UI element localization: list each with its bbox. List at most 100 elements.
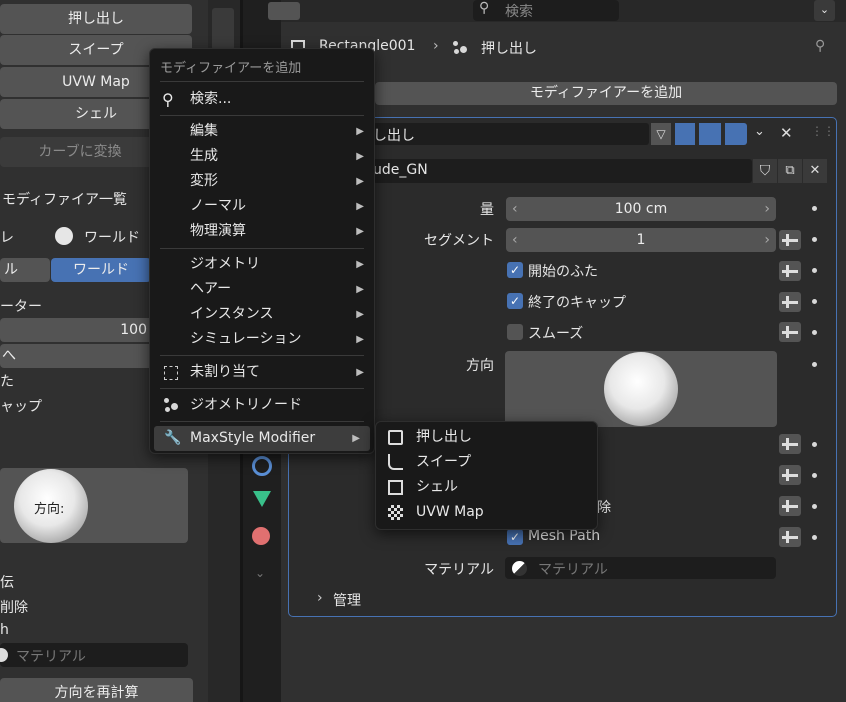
node-group-field[interactable]: ude_GN — [373, 159, 752, 183]
close-icon[interactable]: ✕ — [780, 124, 793, 142]
unlink-close-icon[interactable]: ✕ — [803, 159, 827, 183]
fake-user-shield-icon[interactable]: ⛉ — [753, 159, 777, 183]
submenu-item-shell[interactable]: シェル — [376, 475, 597, 500]
input-attribute-toggle-icon[interactable] — [779, 292, 801, 312]
checker-icon — [388, 505, 403, 520]
material-field-left[interactable]: マテリアル — [0, 643, 188, 667]
chevron-right-icon[interactable]: › — [317, 590, 323, 606]
input-attribute-toggle-icon[interactable] — [779, 261, 801, 281]
menu-item-simulation[interactable]: シミュレーション ▶ — [150, 327, 374, 352]
side-tab[interactable] — [212, 8, 234, 50]
menu-item-deform[interactable]: 変形 ▶ — [150, 169, 374, 194]
submenu-item-extrude[interactable]: 押し出し — [376, 425, 597, 450]
material-placeholder-left: マテリアル — [16, 649, 86, 665]
menu-item-physics[interactable]: 物理演算 ▶ — [150, 219, 374, 244]
extrude-button[interactable]: 押し出し — [0, 4, 192, 34]
menu-item-maxstyle[interactable]: 🔧 MaxStyle Modifier ▶ — [154, 426, 370, 451]
menu-item-label: ノーマル — [190, 198, 246, 214]
material-field[interactable]: マテリアル — [505, 557, 776, 579]
direction-sphere[interactable] — [604, 352, 678, 426]
menu-item-label: ヘアー — [190, 281, 232, 297]
row-label-e: 削除 — [0, 600, 28, 616]
options-dropdown-icon[interactable]: ⌄ — [814, 0, 835, 21]
duplicate-icon[interactable]: ⧉ — [778, 159, 802, 183]
modifier-name-field[interactable]: し出し — [373, 123, 649, 145]
input-attribute-toggle-icon[interactable] — [779, 434, 801, 454]
submenu-item-label: 押し出し — [416, 429, 472, 445]
input-attribute-toggle-icon[interactable] — [779, 465, 801, 485]
menu-item-unassigned[interactable]: 未割り当て ▶ — [150, 360, 374, 385]
end-cap-checkbox[interactable]: ✓ — [507, 293, 523, 309]
physics-tab-icon[interactable] — [252, 456, 272, 476]
input-attribute-toggle-icon[interactable] — [779, 322, 801, 342]
editor-type-dropdown[interactable] — [268, 2, 300, 20]
menu-item-label: 未割り当て — [190, 364, 260, 380]
menu-item-instance[interactable]: インスタンス ▶ — [150, 302, 374, 327]
breadcrumb-modifier[interactable]: 押し出し — [481, 38, 537, 58]
segments-field[interactable]: ‹ 1 › — [506, 228, 776, 252]
menu-item-label: MaxStyle Modifier — [190, 430, 316, 446]
menu-search[interactable]: ⚲ 検索... — [150, 87, 374, 112]
menu-item-geometry[interactable]: ジオメトリ ▶ — [150, 252, 374, 277]
drag-handle-icon[interactable]: ⋮⋮ — [811, 124, 835, 138]
end-cap-label: 終了のキャップ — [528, 295, 626, 311]
material-tab-icon[interactable] — [252, 527, 270, 545]
menu-title: モディファイアーを追加 — [160, 61, 302, 76]
submenu-item-uvw-map[interactable]: UVW Map — [376, 500, 597, 525]
mesh-path-label: Mesh Path — [528, 528, 601, 544]
geometry-nodes-icon — [164, 398, 180, 412]
start-cap-checkbox[interactable]: ✓ — [507, 262, 523, 278]
recalc-direction-button[interactable]: 方向を再計算 — [0, 678, 193, 702]
sweep-icon — [388, 454, 403, 470]
smooth-label: スムーズ — [528, 326, 584, 342]
mesh-path-checkbox[interactable]: ✓ — [507, 529, 523, 545]
add-modifier-button[interactable]: モディファイアーを追加 — [375, 82, 837, 105]
direction-widget-left[interactable]: 方向: — [0, 468, 188, 543]
node-group-name: ude_GN — [373, 162, 428, 178]
row-field-a[interactable]: へ — [0, 344, 155, 368]
search-input[interactable]: ⚲ 検索 — [473, 0, 619, 21]
render-camera-icon[interactable] — [725, 123, 747, 145]
breadcrumb-arrow-icon: › — [433, 38, 439, 54]
viewport-display-icon[interactable] — [699, 123, 721, 145]
convert-to-curve-button[interactable]: カーブに変換 — [0, 137, 160, 167]
menu-item-hair[interactable]: ヘアー ▶ — [150, 277, 374, 302]
menu-item-generate[interactable]: 生成 ▶ — [150, 144, 374, 169]
menu-item-edit[interactable]: 編集 ▶ — [150, 119, 374, 144]
menu-item-normal[interactable]: ノーマル ▶ — [150, 194, 374, 219]
segments-value: 1 — [636, 232, 646, 248]
add-modifier-menu: モディファイアーを追加 ⚲ 検索... 編集 ▶ 生成 ▶ 変形 ▶ ノーマル ▶ 物理… — [149, 48, 375, 454]
menu-item-label: 物理演算 — [190, 223, 246, 239]
direction-label-left: 方向: — [34, 502, 65, 517]
material-placeholder: マテリアル — [538, 562, 608, 578]
smooth-checkbox[interactable] — [507, 324, 523, 340]
amount-value: 100 cm — [614, 201, 668, 217]
chevron-down-icon[interactable]: ⌄ — [754, 124, 765, 139]
input-attribute-toggle-icon[interactable] — [779, 230, 801, 250]
submenu-item-label: シェル — [416, 479, 458, 495]
world-label[interactable]: ワールド — [84, 227, 140, 247]
local-tab[interactable]: ル — [0, 258, 50, 282]
world-tab[interactable]: ワールド — [51, 258, 151, 282]
input-attribute-toggle-icon[interactable] — [779, 496, 801, 516]
parameter-label: ーター — [0, 299, 42, 315]
pin-icon[interactable]: ⚲ — [815, 38, 825, 54]
menu-item-label: 編集 — [190, 123, 218, 139]
direction-widget[interactable] — [505, 351, 777, 427]
submenu-item-sweep[interactable]: スイープ — [376, 450, 597, 475]
geometry-nodes-icon — [453, 41, 469, 55]
material-icon — [0, 648, 8, 662]
modifier-name-text: し出し — [373, 128, 415, 144]
menu-item-label: 生成 — [190, 148, 218, 164]
menu-item-label: ジオメトリノード — [190, 397, 302, 413]
menu-item-geometry-nodes[interactable]: ジオメトリノード — [150, 393, 374, 418]
manage-subpanel[interactable]: 管理 — [333, 590, 361, 610]
amount-field[interactable]: ‹ 100 cm › — [506, 197, 776, 221]
value-field[interactable]: 100 — [0, 318, 155, 342]
chevron-down-icon[interactable]: ⌄ — [255, 566, 265, 580]
data-tab-icon[interactable] — [253, 491, 271, 507]
shell-icon — [388, 480, 403, 495]
edit-mode-icon[interactable]: ▽ — [651, 123, 671, 145]
input-attribute-toggle-icon[interactable] — [779, 527, 801, 547]
on-cage-icon[interactable] — [675, 123, 695, 145]
